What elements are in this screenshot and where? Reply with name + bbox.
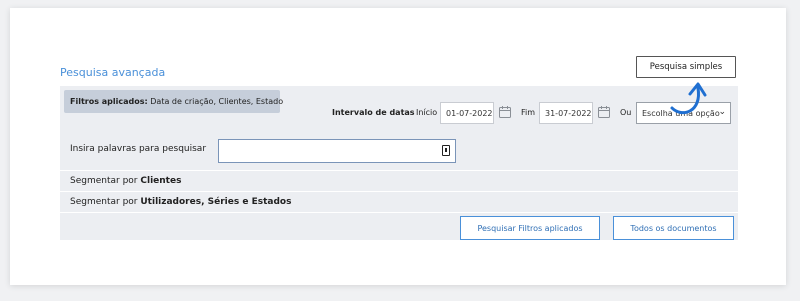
page-title: Pesquisa avançada [60, 66, 166, 79]
segment-target: Clientes [140, 176, 182, 186]
segment-by-clients[interactable]: Segmentar por Clientes [70, 176, 181, 186]
advanced-search-card: Pesquisa avançada Pesquisa simples Filtr… [10, 8, 786, 285]
segment-target: Utilizadores, Séries e Estados [140, 197, 292, 207]
end-date-input[interactable]: 31-07-2022 [539, 102, 593, 124]
divider [60, 212, 738, 213]
curved-arrow-icon [670, 82, 707, 114]
search-label: Insira palavras para pesquisar [70, 144, 207, 154]
date-range-label: Intervalo de datas [332, 108, 415, 117]
segment-prefix: Segmentar por [70, 197, 138, 207]
divider [60, 170, 738, 171]
field-icon [442, 145, 450, 156]
divider [60, 191, 738, 192]
applied-filters-badge: Filtros aplicados: Data de criação, Clie… [64, 90, 284, 113]
start-date-label: Início [416, 108, 438, 117]
search-input[interactable] [218, 139, 456, 163]
applied-filters-values: Data de criação, Clientes, Estado [150, 97, 284, 106]
calendar-icon[interactable] [498, 105, 512, 119]
filters-panel: Filtros aplicados: Data de criação, Clie… [60, 86, 738, 240]
segment-by-users-series-states[interactable]: Segmentar por Utilizadores, Séries e Est… [70, 197, 291, 207]
applied-filters-prefix: Filtros aplicados: [70, 97, 148, 106]
start-date-input[interactable]: 01-07-2022 [440, 102, 494, 124]
or-label: Ou [620, 108, 632, 117]
chevron-down-icon: ⌄ [718, 107, 726, 117]
end-date-label: Fim [521, 108, 536, 117]
all-documents-button[interactable]: Todos os documentos [613, 216, 734, 240]
search-applied-filters-button[interactable]: Pesquisar Filtros aplicados [460, 216, 600, 240]
calendar-icon[interactable] [597, 105, 611, 119]
segment-prefix: Segmentar por [70, 176, 138, 186]
